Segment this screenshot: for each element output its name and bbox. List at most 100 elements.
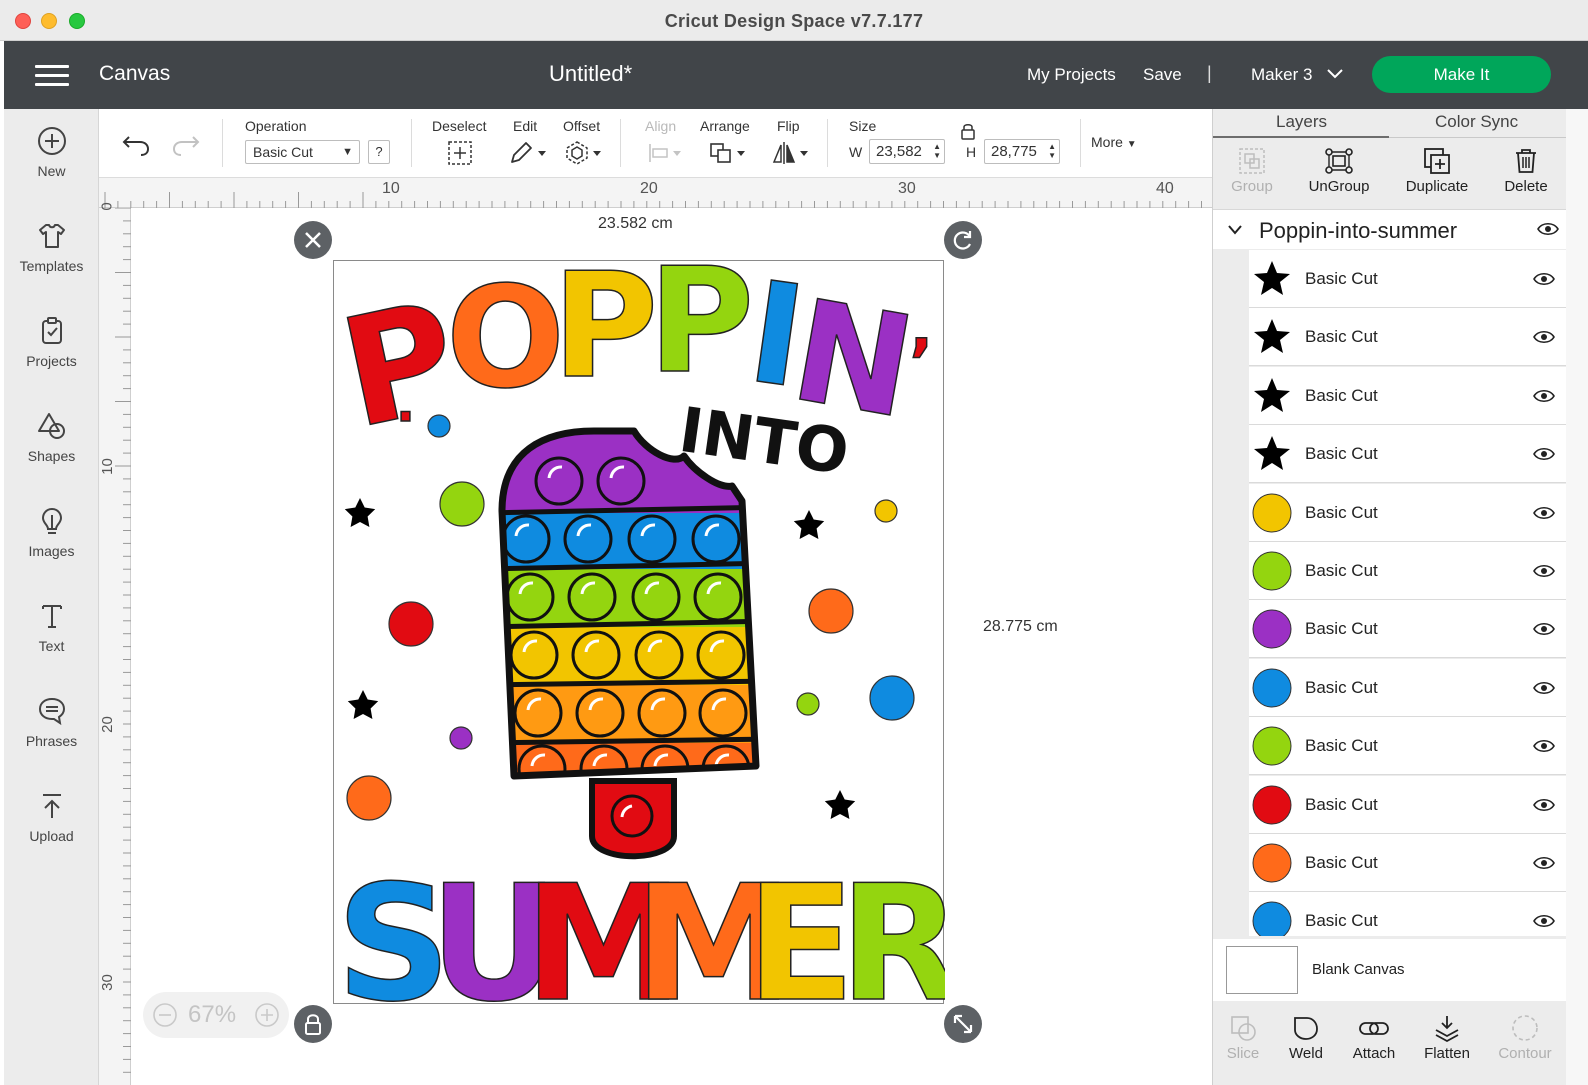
sidebar-item-images[interactable]: Images xyxy=(4,505,99,559)
layer-row[interactable]: Basic Cut xyxy=(1249,250,1569,308)
layer-group-row[interactable]: Poppin-into-summer xyxy=(1213,209,1569,249)
zoom-out-icon[interactable] xyxy=(152,1002,178,1028)
poppin-letter-p3: P xyxy=(648,261,754,406)
sidebar-item-text[interactable]: Text xyxy=(4,600,99,654)
delete-button[interactable]: Delete xyxy=(1481,147,1571,195)
edit-pencil-icon[interactable] xyxy=(508,140,548,166)
machine-select[interactable]: Maker 3 xyxy=(1251,65,1312,85)
blank-canvas-swatch[interactable] xyxy=(1226,946,1298,994)
eye-icon[interactable] xyxy=(1533,855,1555,871)
layer-label: Basic Cut xyxy=(1305,327,1378,347)
sidebar-item-templates[interactable]: Templates xyxy=(4,220,99,274)
sidebar-item-phrases[interactable]: Phrases xyxy=(4,695,99,749)
eye-icon[interactable] xyxy=(1533,271,1555,287)
ruler-label: 10 xyxy=(382,180,400,197)
flip-icon[interactable] xyxy=(772,140,812,166)
layer-row[interactable]: Basic Cut xyxy=(1249,775,1569,834)
sidebar-item-upload[interactable]: Upload xyxy=(4,790,99,844)
layer-label: Basic Cut xyxy=(1305,385,1378,405)
sidebar-item-projects[interactable]: Projects xyxy=(4,315,99,369)
group-button[interactable]: Group xyxy=(1207,147,1297,195)
edit-toolbar: Operation Basic Cut ▼ ? Deselect Edit Of… xyxy=(99,109,1212,178)
save-button[interactable]: Save xyxy=(1143,65,1182,85)
eye-icon[interactable] xyxy=(1533,505,1555,521)
height-dimension: 28.775 cm xyxy=(983,618,1058,635)
eye-icon[interactable] xyxy=(1533,329,1555,345)
layer-row[interactable]: Basic Cut xyxy=(1249,600,1569,659)
eye-icon[interactable] xyxy=(1533,797,1555,813)
blank-canvas-row[interactable]: Blank Canvas xyxy=(1213,939,1588,1001)
stepper-icon[interactable]: ▲ ▼ xyxy=(933,142,941,160)
eye-icon[interactable] xyxy=(1533,738,1555,754)
layer-row[interactable]: Basic Cut xyxy=(1249,834,1569,892)
rotate-handle[interactable] xyxy=(944,221,982,259)
layer-label: Basic Cut xyxy=(1305,269,1378,288)
sidebar-item-shapes[interactable]: Shapes xyxy=(4,410,99,464)
projects-icon xyxy=(41,317,62,344)
deselect-icon[interactable] xyxy=(447,140,473,166)
offset-icon[interactable] xyxy=(565,140,605,166)
layer-row[interactable]: Basic Cut xyxy=(1249,366,1569,425)
popsicle-bubble xyxy=(563,514,613,564)
chevron-down-icon[interactable] xyxy=(1227,224,1243,236)
height-input[interactable]: 28,775 ▲ ▼ xyxy=(984,139,1060,164)
selected-design[interactable]: P . O P P I N , INTO S U M M E R xyxy=(327,236,963,1038)
contour-label: Contour xyxy=(1498,1045,1552,1062)
ungroup-label: UnGroup xyxy=(1308,178,1370,195)
window-title: Cricut Design Space v7.7.177 xyxy=(664,11,924,31)
eye-icon[interactable] xyxy=(1533,680,1555,696)
layer-row[interactable]: Basic Cut xyxy=(1249,425,1569,484)
active-tab-indicator xyxy=(1213,136,1389,138)
delete-handle[interactable] xyxy=(294,221,332,259)
popsicle-bubble xyxy=(575,688,625,738)
eye-icon[interactable] xyxy=(1537,221,1559,237)
lock-icon[interactable] xyxy=(960,122,976,140)
eye-icon[interactable] xyxy=(1533,563,1555,579)
project-title[interactable]: Untitled* xyxy=(549,61,632,87)
eye-icon[interactable] xyxy=(1533,446,1555,462)
layer-row[interactable]: Basic Cut xyxy=(1249,542,1569,600)
duplicate-icon xyxy=(1424,148,1450,174)
attach-button[interactable]: Attach xyxy=(1334,1014,1414,1062)
layer-row[interactable]: Basic Cut xyxy=(1249,308,1569,367)
width-input[interactable]: 23,582 ▲ ▼ xyxy=(869,139,945,164)
operation-help-button[interactable]: ? xyxy=(368,140,390,164)
section-title: Canvas xyxy=(99,62,171,85)
zoom-in-icon[interactable] xyxy=(254,1002,280,1028)
resize-handle[interactable] xyxy=(944,1005,982,1043)
operation-label: Operation xyxy=(245,118,307,134)
star-thumbnail-icon xyxy=(1254,319,1290,354)
layer-row[interactable]: Basic Cut xyxy=(1249,717,1569,776)
layer-row[interactable]: Basic Cut xyxy=(1249,658,1569,717)
contour-button[interactable]: Contour xyxy=(1485,1014,1565,1062)
flatten-button[interactable]: Flatten xyxy=(1407,1014,1487,1062)
arrange-label: Arrange xyxy=(700,118,750,134)
circle-thumbnail-icon xyxy=(1252,551,1292,591)
my-projects-link[interactable]: My Projects xyxy=(1027,65,1116,85)
more-button[interactable]: More ▼ xyxy=(1091,134,1137,150)
layer-row[interactable]: Basic Cut xyxy=(1249,892,1569,936)
sidebar-item-new[interactable]: New xyxy=(4,125,99,179)
chevron-down-icon[interactable] xyxy=(1326,67,1344,81)
ruler-label: 20 xyxy=(640,180,658,197)
eye-icon[interactable] xyxy=(1533,913,1555,929)
stepper-icon[interactable]: ▲ ▼ xyxy=(1048,142,1056,160)
app-header: Canvas Untitled* My Projects Save | Make… xyxy=(4,41,1588,109)
speech-bubble-icon xyxy=(38,697,65,726)
lock-proportions-handle[interactable] xyxy=(294,1005,332,1043)
toolbar-divider xyxy=(1080,119,1081,167)
make-it-button[interactable]: Make It xyxy=(1372,56,1551,93)
eye-icon[interactable] xyxy=(1533,621,1555,637)
operation-select[interactable]: Basic Cut ▼ xyxy=(245,140,360,164)
arrange-icon[interactable] xyxy=(709,140,749,166)
tab-color-sync[interactable]: Color Sync xyxy=(1435,112,1518,132)
contour-icon xyxy=(1512,1015,1538,1041)
eye-icon[interactable] xyxy=(1533,388,1555,404)
ungroup-button[interactable]: UnGroup xyxy=(1294,147,1384,195)
menu-icon[interactable] xyxy=(35,65,69,87)
duplicate-button[interactable]: Duplicate xyxy=(1392,147,1482,195)
undo-icon[interactable] xyxy=(121,131,151,157)
layer-row[interactable]: Basic Cut xyxy=(1249,483,1569,542)
operation-value: Basic Cut xyxy=(253,144,313,160)
tab-layers[interactable]: Layers xyxy=(1276,112,1327,132)
